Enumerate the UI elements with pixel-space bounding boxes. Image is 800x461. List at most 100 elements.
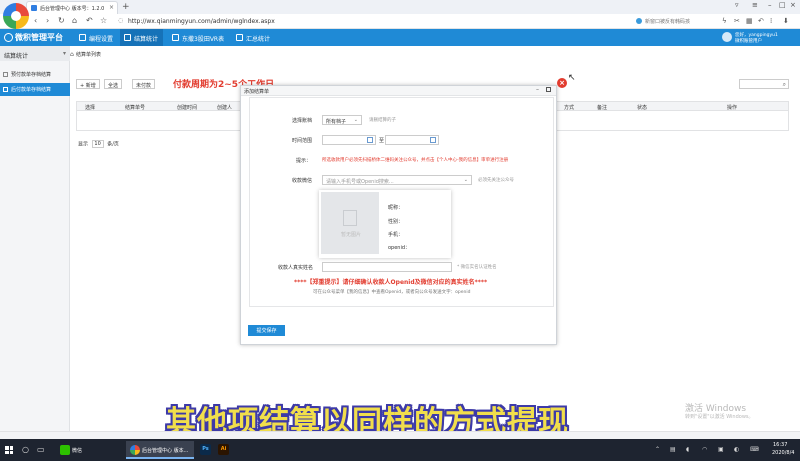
tip-text: 所选收款用户必须先扫描桥体二维码关注公众号，并点击【个人中心-我的信息】审单进行… bbox=[322, 158, 509, 163]
status-filter-select[interactable]: 未付款 bbox=[132, 79, 156, 89]
mouse-cursor-icon: ↖ bbox=[568, 73, 576, 83]
card-gender: 性别： bbox=[388, 219, 404, 225]
search-icon[interactable]: ○ bbox=[22, 445, 29, 454]
search-icon[interactable]: ⌕ bbox=[783, 81, 786, 89]
wechat-search-input[interactable]: 请输入手机号或Openid搜索... ⌄ bbox=[322, 175, 472, 185]
home-icon[interactable]: ⌂ bbox=[72, 16, 77, 25]
end-date-input[interactable] bbox=[385, 135, 439, 145]
pager: 显示 10 条/页 bbox=[78, 140, 119, 148]
sidebar-header[interactable]: 结算统计 ▾ bbox=[0, 46, 70, 61]
minimize-icon[interactable]: – bbox=[768, 1, 772, 9]
task-view-icon[interactable]: ▭ bbox=[37, 445, 45, 454]
menu-icon[interactable]: ≡ bbox=[752, 1, 758, 9]
grid-icon[interactable]: ▦ bbox=[746, 17, 753, 25]
shirt-icon[interactable]: ▿ bbox=[735, 1, 739, 9]
window-close-icon[interactable]: × bbox=[790, 1, 796, 9]
app-header: 微积管理平台 编程设置 结算统计 东撒3股田VR表 汇总统计 您好，yangpi… bbox=[0, 29, 800, 46]
apps-icon[interactable]: ⁞ bbox=[770, 17, 772, 25]
label-time: 时间范围 bbox=[292, 138, 313, 144]
nav-item-settlement[interactable]: 结算统计 bbox=[120, 29, 164, 46]
col-creator: 创建人 bbox=[217, 105, 233, 111]
new-tab-button[interactable]: + bbox=[122, 2, 130, 12]
tray-icon[interactable]: ⌃ bbox=[655, 446, 660, 453]
col-action: 操作 bbox=[727, 105, 738, 111]
chevron-down-icon: ⌄ bbox=[463, 177, 468, 183]
settings-icon bbox=[79, 34, 86, 41]
photoshop-icon[interactable]: Ps bbox=[200, 444, 211, 455]
clock-time[interactable]: 16:37 bbox=[773, 442, 787, 448]
close-icon[interactable]: × bbox=[109, 4, 114, 11]
nav-item-settings[interactable]: 编程设置 bbox=[75, 29, 118, 46]
nav-item-summary[interactable]: 汇总统计 bbox=[232, 29, 275, 46]
clock-date[interactable]: 2020/8/4 bbox=[772, 450, 794, 456]
avatar: 暂无图片 bbox=[321, 192, 379, 254]
dialog-header: 添加结算单 – bbox=[241, 86, 556, 96]
undo-icon[interactable]: ↶ bbox=[86, 16, 93, 25]
network-icon[interactable]: ▤ bbox=[670, 446, 676, 453]
forward-icon[interactable]: › bbox=[46, 16, 49, 25]
settlement-icon bbox=[124, 34, 131, 41]
chevron-down-icon: ▾ bbox=[62, 50, 66, 57]
cut-icon[interactable]: ✂ bbox=[734, 17, 740, 25]
taskbar-browser[interactable]: 后台管理中心 版本... bbox=[126, 441, 194, 459]
undo-icon[interactable]: ↶ bbox=[758, 17, 764, 25]
sidebar: 结算统计 ▾ 预付款单存档结算 后付款单存档结算 bbox=[0, 46, 70, 436]
download-icon[interactable]: ⬇ bbox=[783, 17, 789, 25]
nav-item-report[interactable]: 东撒3股田VR表 bbox=[168, 29, 229, 46]
calendar-icon[interactable] bbox=[430, 137, 436, 143]
page-favicon-icon bbox=[31, 5, 37, 11]
select-all-button[interactable]: 全选 bbox=[104, 79, 123, 89]
tray-icon[interactable]: ▣ bbox=[718, 446, 724, 453]
image-icon bbox=[343, 210, 357, 226]
search-input[interactable]: ⌕ bbox=[739, 79, 789, 89]
taskbar-wechat[interactable]: 微信 bbox=[56, 441, 124, 459]
label-realname: 收款人真实姓名 bbox=[278, 265, 314, 271]
browser-icon bbox=[130, 445, 140, 455]
address-bar[interactable]: ◌ http://wx.qianmingyun.com/admin/wglnde… bbox=[118, 16, 628, 27]
wechat-hint: 必须先关注公众号 bbox=[478, 178, 514, 183]
wechat-icon bbox=[60, 445, 70, 455]
refresh-icon[interactable]: ↻ bbox=[58, 16, 65, 25]
home-icon[interactable]: ⌂ bbox=[70, 51, 74, 58]
card-openid: openid： bbox=[388, 245, 411, 251]
sidebar-item-prepaid[interactable]: 预付款单存档结算 bbox=[0, 68, 70, 81]
no-image-text: 暂无图片 bbox=[341, 232, 362, 238]
browser-tab[interactable]: 后台管理中心 版本号：1.2.0 × bbox=[26, 1, 118, 14]
realname-input[interactable] bbox=[322, 262, 452, 272]
card-nickname: 昵称： bbox=[388, 205, 404, 211]
dialog-close-icon[interactable]: × bbox=[557, 78, 567, 88]
add-button[interactable]: + 新增 bbox=[76, 79, 100, 89]
chevron-down-icon: ⌄ bbox=[353, 117, 358, 123]
minimize-icon[interactable]: – bbox=[536, 86, 539, 93]
breadcrumb: 结算单列表 bbox=[76, 52, 102, 58]
address-text: http://wx.qianmingyun.com/admin/wglndex.… bbox=[128, 18, 275, 25]
label-tip: 提示： bbox=[296, 158, 312, 164]
start-date-input[interactable] bbox=[322, 135, 376, 145]
submit-button[interactable]: 提交保存 bbox=[248, 325, 285, 336]
lightning-icon[interactable]: ϟ bbox=[722, 17, 727, 25]
card-phone: 手机： bbox=[388, 232, 404, 238]
maximize-icon[interactable] bbox=[546, 87, 551, 92]
keyboard-icon[interactable]: ⌨ bbox=[750, 446, 759, 453]
back-icon[interactable]: ‹ bbox=[34, 16, 37, 25]
taskbar: ○ ▭ 微信 后台管理中心 版本... Ps Ai ⌃ ▤ ◖ ◠ ▣ ◐ ⌨ … bbox=[0, 439, 800, 461]
windows-start-icon[interactable] bbox=[5, 446, 13, 454]
app-brand: 微积管理平台 bbox=[15, 33, 63, 42]
volume-icon[interactable]: ◖ bbox=[686, 446, 689, 453]
col-created: 创建时间 bbox=[177, 105, 198, 111]
page-size-select[interactable]: 10 bbox=[91, 140, 104, 148]
star-icon[interactable]: ☆ bbox=[100, 16, 107, 25]
col-remark: 备注 bbox=[597, 105, 608, 111]
calendar-icon[interactable] bbox=[367, 137, 373, 143]
illustrator-icon[interactable]: Ai bbox=[218, 444, 229, 455]
sidebar-item-postpaid[interactable]: 后付款单存档结算 bbox=[0, 83, 70, 96]
account-select[interactable]: 所有档子 ⌄ bbox=[322, 115, 362, 125]
maximize-icon[interactable]: □ bbox=[779, 1, 786, 9]
label-account: 选择账档 bbox=[292, 118, 313, 124]
avatar[interactable] bbox=[722, 32, 732, 42]
popup-hint[interactable]: 新窗口被反有韩码孩 bbox=[645, 18, 690, 25]
globe-icon: ◌ bbox=[118, 17, 124, 24]
browser-status-bar bbox=[0, 431, 800, 439]
tray-icon[interactable]: ◐ bbox=[734, 446, 739, 453]
wifi-icon[interactable]: ◠ bbox=[702, 446, 707, 453]
